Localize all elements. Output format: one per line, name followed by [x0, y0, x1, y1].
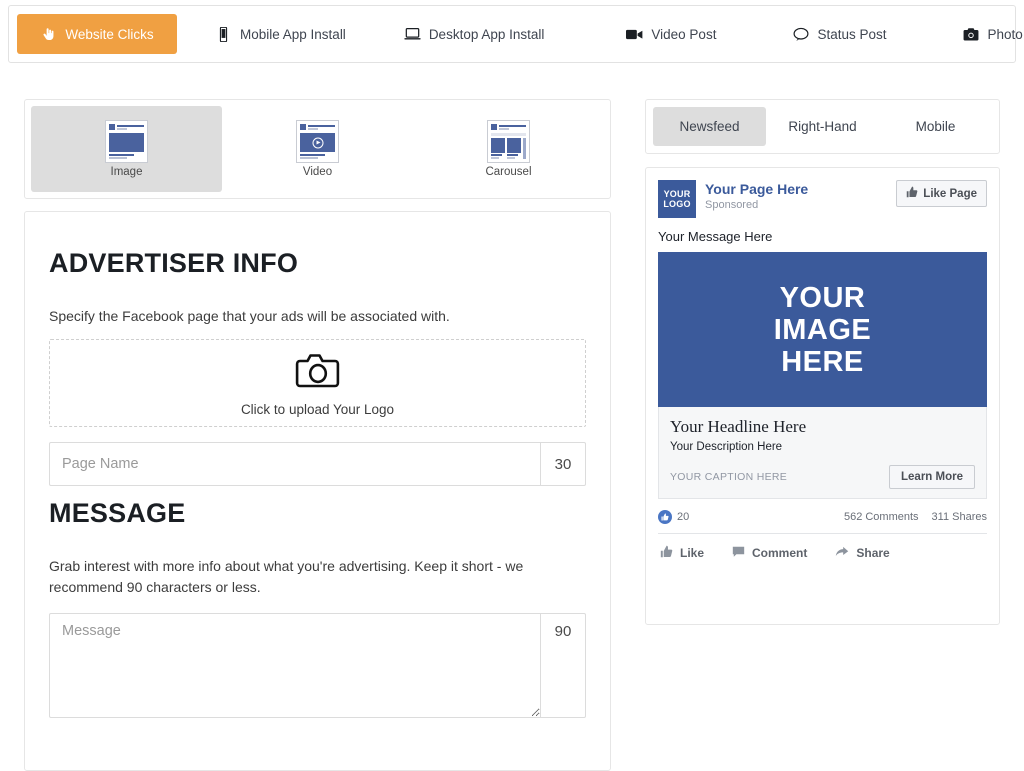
- page-name-input[interactable]: [50, 443, 540, 485]
- share-count[interactable]: 311 Shares: [932, 511, 987, 523]
- ad-action-bar: Like Comment Share: [658, 533, 987, 571]
- video-ad-thumbnail-icon: [296, 120, 339, 163]
- message-textarea[interactable]: [50, 614, 540, 717]
- share-arrow-icon: [835, 545, 849, 561]
- ad-format-selector: Image Video Carousel: [24, 99, 611, 199]
- ad-headline: Your Headline Here: [670, 417, 975, 437]
- spacer: [177, 14, 199, 54]
- objective-tab-photo-post[interactable]: Photo Post: [947, 14, 1024, 54]
- share-button[interactable]: Share: [835, 545, 889, 561]
- preview-placement-tabs: Newsfeed Right-Hand Mobile: [645, 99, 1000, 154]
- page-name-text[interactable]: Your Page Here: [705, 181, 887, 197]
- share-button-label: Share: [856, 546, 889, 560]
- message-field-row: 90: [49, 613, 586, 718]
- ad-image-line-3: HERE: [781, 346, 864, 378]
- ad-format-option-image[interactable]: Image: [31, 106, 222, 192]
- ad-caption-row: YOUR CAPTION HERE Learn More: [670, 465, 975, 489]
- ad-link-details: Your Headline Here Your Description Here…: [658, 407, 987, 499]
- ad-engagement-stats: 20 562 Comments 311 Shares: [658, 510, 987, 533]
- message-char-counter: 90: [540, 614, 585, 717]
- ad-preview: YOUR LOGO Your Page Here Sponsored Like …: [645, 167, 1000, 625]
- logo-upload-label: Click to upload Your Logo: [241, 402, 394, 417]
- camera-icon: [294, 349, 342, 396]
- objective-tab-label: Mobile App Install: [240, 27, 346, 42]
- ad-format-option-video[interactable]: Video: [222, 106, 413, 192]
- objective-tab-status-post[interactable]: Status Post: [776, 14, 902, 54]
- thumbs-up-icon: [906, 186, 918, 201]
- preview-tab-label: Right-Hand: [788, 119, 856, 134]
- ad-format-label: Image: [111, 166, 143, 178]
- camera-icon: [963, 26, 980, 43]
- page-name-field-row: 30: [49, 442, 586, 486]
- logo-upload-dropzone[interactable]: Click to upload Your Logo: [49, 339, 586, 427]
- spacer: [362, 14, 388, 54]
- ad-message-text: Your Message Here: [658, 229, 987, 244]
- ad-format-label: Video: [303, 166, 332, 178]
- comments-shares-group: 562 Comments 311 Shares: [844, 511, 987, 523]
- avatar-line-1: YOUR: [664, 189, 691, 199]
- spacer: [732, 14, 776, 54]
- ad-image-line-2: IMAGE: [774, 314, 872, 346]
- carousel-ad-thumbnail-icon: [487, 120, 530, 163]
- video-camera-icon: [626, 26, 643, 43]
- like-count-group: 20: [658, 510, 689, 524]
- ad-creative-image: YOUR IMAGE HERE: [658, 252, 987, 407]
- advertiser-info-title: ADVERTISER INFO: [49, 248, 586, 279]
- objective-tab-website-clicks[interactable]: Website Clicks: [17, 14, 177, 54]
- page-name-char-counter: 30: [540, 443, 585, 485]
- preview-tab-newsfeed[interactable]: Newsfeed: [653, 107, 766, 146]
- ad-creative-form: ADVERTISER INFO Specify the Facebook pag…: [24, 211, 611, 771]
- page-identity: Your Page Here Sponsored: [705, 180, 887, 211]
- like-button-label: Like: [680, 546, 704, 560]
- spacer: [560, 14, 610, 54]
- comment-button-label: Comment: [752, 546, 807, 560]
- image-ad-thumbnail-icon: [105, 120, 148, 163]
- laptop-icon: [404, 26, 421, 43]
- objective-tab-mobile-app-install[interactable]: Mobile App Install: [199, 14, 362, 54]
- like-count-value: 20: [677, 511, 689, 523]
- avatar-line-2: LOGO: [663, 199, 690, 209]
- advertiser-info-description: Specify the Facebook page that your ads …: [49, 306, 586, 327]
- mobile-phone-icon: [215, 26, 232, 43]
- objective-tab-label: Status Post: [817, 27, 886, 42]
- like-page-button[interactable]: Like Page: [896, 180, 987, 207]
- objective-tab-desktop-app-install[interactable]: Desktop App Install: [388, 14, 561, 54]
- preview-tab-right-hand[interactable]: Right-Hand: [766, 107, 879, 146]
- message-title: MESSAGE: [49, 498, 586, 529]
- avatar: YOUR LOGO: [658, 180, 696, 218]
- objective-tab-label: Website Clicks: [65, 27, 153, 42]
- like-button[interactable]: Like: [660, 545, 704, 561]
- preview-tab-label: Mobile: [916, 119, 956, 134]
- ad-description: Your Description Here: [670, 441, 975, 453]
- learn-more-button[interactable]: Learn More: [889, 465, 975, 489]
- comment-button[interactable]: Comment: [732, 545, 807, 561]
- ad-preview-header: YOUR LOGO Your Page Here Sponsored Like …: [658, 180, 987, 218]
- speech-bubble-icon: [792, 26, 809, 43]
- objective-tab-label: Video Post: [651, 27, 716, 42]
- ad-image-line-1: YOUR: [780, 282, 866, 314]
- hand-pointer-icon: [40, 26, 57, 43]
- comment-icon: [732, 545, 745, 561]
- like-page-label: Like Page: [923, 188, 977, 200]
- objective-tab-label: Desktop App Install: [429, 27, 545, 42]
- spacer: [903, 14, 947, 54]
- preview-tab-mobile[interactable]: Mobile: [879, 107, 992, 146]
- sponsored-label: Sponsored: [705, 199, 887, 211]
- objective-tab-bar: Website Clicks Mobile App Install Deskto…: [8, 5, 1016, 63]
- ad-format-label: Carousel: [485, 166, 531, 178]
- thumbs-up-icon: [660, 545, 673, 561]
- comment-count[interactable]: 562 Comments: [844, 511, 919, 523]
- ad-format-option-carousel[interactable]: Carousel: [413, 106, 604, 192]
- objective-tab-label: Photo Post: [988, 27, 1024, 42]
- objective-tab-video-post[interactable]: Video Post: [610, 14, 732, 54]
- ad-caption: YOUR CAPTION HERE: [670, 471, 787, 483]
- preview-tab-label: Newsfeed: [679, 119, 739, 134]
- message-description: Grab interest with more info about what …: [49, 556, 586, 598]
- thumbs-up-icon: [658, 510, 672, 524]
